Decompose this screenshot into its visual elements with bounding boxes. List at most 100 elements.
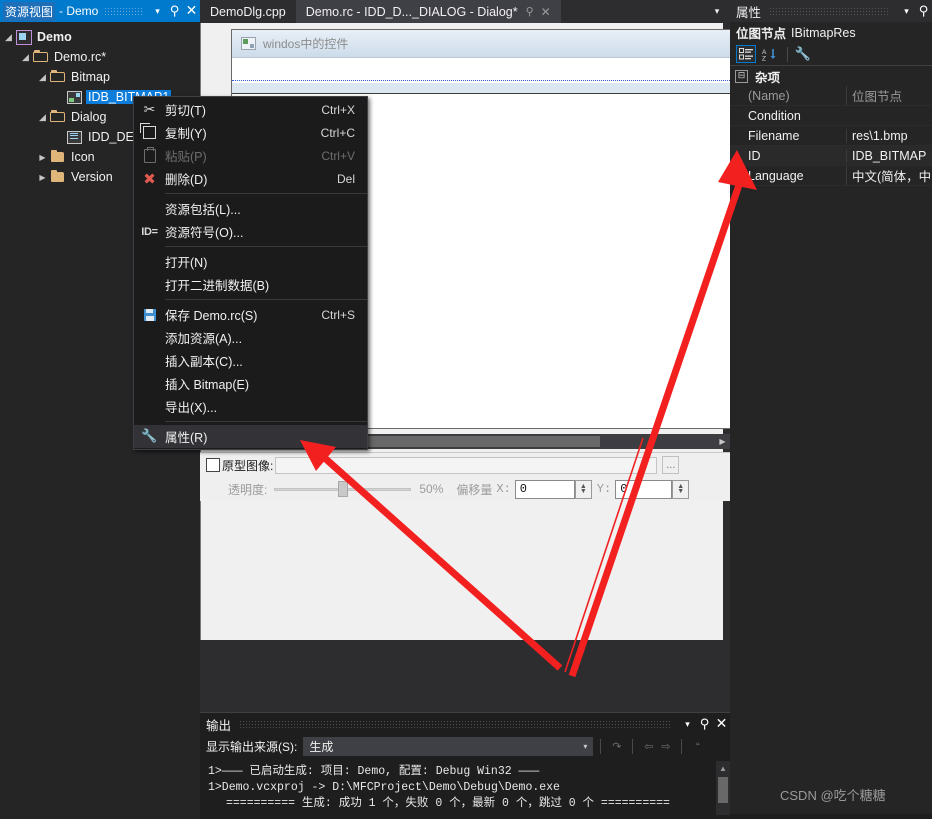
resource-view-titlebar: 资源视图 - Demo ▾ ⚲ ✕ (0, 0, 200, 22)
tree-expander-open-icon[interactable] (2, 32, 15, 43)
menu-item-shortcut: Ctrl+S (321, 307, 355, 322)
property-value[interactable]: res\1.bmp (846, 128, 932, 143)
menu-item-13[interactable]: 插入副本(C)... (134, 349, 367, 372)
output-close-icon[interactable]: ✕ (713, 715, 730, 733)
property-row-condition[interactable]: Condition (730, 106, 932, 126)
tree-item-demo-rc[interactable]: Demo.rc* (0, 47, 200, 67)
menu-item-5[interactable]: 资源包括(L)... (134, 197, 367, 220)
offset-label: 偏移量 (456, 482, 493, 497)
properties-pin-icon[interactable]: ⚲ (915, 2, 932, 20)
prototype-image-path-input[interactable] (275, 456, 658, 474)
tree-item-label: Demo (37, 30, 72, 44)
prototype-image-bar: 原型图像: ... 透明度: 50% 偏移量 X: 0 ▲ ▼ Y: 0 ▲ ▼ (200, 452, 730, 501)
menu-item-14[interactable]: 插入 Bitmap(E) (134, 372, 367, 395)
menu-item-label: 打开(N) (165, 256, 208, 270)
output-source-combo[interactable]: 生成 ▾ (303, 737, 594, 756)
menu-item-3[interactable]: ✖ 删除(D) Del (134, 167, 367, 190)
dialog-selected-strip[interactable] (232, 83, 730, 93)
property-value[interactable]: 位图节点 (846, 86, 932, 105)
editor-tab-1[interactable]: Demo.rc - IDD_D..._DIALOG - Dialog* ⚲ ✕ (295, 0, 561, 23)
offset-x-value: 0 (519, 482, 527, 496)
offset-y-spinner[interactable]: ▲ ▼ (672, 479, 690, 499)
output-pin-icon[interactable]: ⚲ (696, 715, 713, 733)
output-vertical-scrollbar[interactable]: ▲ (716, 761, 730, 815)
menu-item-label: 复制(Y) (165, 127, 207, 141)
properties-toolbar-separator (787, 46, 788, 62)
editor-tab-label: Demo.rc - IDD_D..._DIALOG - Dialog* (305, 4, 518, 19)
menu-item-17[interactable]: 🔧 属性(R) (134, 425, 367, 448)
transparency-slider[interactable] (274, 481, 412, 497)
tree-expander-open-icon[interactable] (36, 112, 49, 123)
tree-item-label: Demo.rc* (54, 50, 107, 64)
tree-item-demo[interactable]: Demo (0, 27, 200, 47)
go-to-next-icon[interactable]: ⇨ (657, 738, 674, 755)
menu-item-label: 添加资源(A)... (165, 332, 243, 346)
tree-item-label: Icon (71, 150, 95, 164)
panel-close-icon[interactable]: ✕ (183, 2, 200, 20)
property-value[interactable]: IDB_BITMAP (846, 148, 932, 163)
collapse-icon[interactable]: ⊟ (735, 69, 748, 83)
toolbar-separator (600, 739, 602, 754)
output-drag-grip[interactable] (239, 720, 671, 728)
panel-dropdown-icon[interactable]: ▾ (149, 2, 166, 20)
menu-separator (165, 193, 367, 194)
offset-x-field[interactable]: 0 (514, 479, 575, 499)
categorized-icon[interactable] (736, 45, 756, 63)
tab-close-icon[interactable]: ✕ (541, 5, 551, 19)
properties-drag-grip[interactable] (769, 7, 890, 15)
properties-category-header[interactable]: ⊟ 杂项 (730, 66, 932, 86)
tree-expander-open-icon[interactable] (36, 72, 49, 83)
output-line: ========== 生成: 成功 1 个，失败 0 个，最新 0 个，跳过 0… (226, 797, 670, 810)
tree-expander-closed-icon[interactable] (36, 153, 49, 162)
offset-y-label: Y: (596, 482, 612, 496)
scroll-right-icon[interactable]: ▶ (715, 434, 730, 449)
output-dropdown-icon[interactable]: ▾ (679, 715, 696, 733)
chevron-down-icon[interactable]: ▾ (578, 742, 592, 751)
bitmap-icon (66, 90, 83, 104)
panel-pin-icon[interactable]: ⚲ (166, 2, 183, 20)
prototype-image-browse-button[interactable]: ... (662, 456, 680, 474)
output-scroll-thumb[interactable] (718, 777, 728, 803)
menu-item-label: 删除(D) (165, 173, 208, 187)
tree-item-bitmap[interactable]: Bitmap (0, 67, 200, 87)
offset-x-spinner[interactable]: ▲ ▼ (574, 479, 592, 499)
editor-tab-0[interactable]: DemoDlg.cpp (200, 0, 296, 23)
properties-panel: 属性 ▾ ⚲ 位图节点 IBitmapRes A Z 🔧 ⊟ 杂项 (Name)… (730, 0, 932, 814)
clear-output-icon[interactable]: ↷ (608, 738, 625, 755)
tab-list-dropdown-icon[interactable]: ▾ (708, 0, 726, 23)
property-row-id[interactable]: ID IDB_BITMAP (730, 146, 932, 166)
alphabetical-icon[interactable]: A Z (759, 45, 779, 63)
menu-item-12[interactable]: 添加资源(A)... (134, 326, 367, 349)
menu-item-9[interactable]: 打开二进制数据(B) (134, 273, 367, 296)
go-to-previous-icon[interactable]: ⇦ (640, 738, 657, 755)
menu-item-0[interactable]: ✂ 剪切(T) Ctrl+X (134, 98, 367, 121)
property-value[interactable]: 中文(简体，中 (846, 166, 932, 185)
menu-item-6[interactable]: ID= 资源符号(O)... (134, 220, 367, 243)
menu-item-15[interactable]: 导出(X)... (134, 395, 367, 418)
output-source-label: 显示输出来源(S): (206, 740, 298, 754)
panel-drag-grip[interactable] (104, 7, 143, 15)
tree-expander-open-icon[interactable] (19, 52, 32, 63)
word-wrap-icon[interactable]: “ (689, 738, 706, 755)
context-menu-items: ✂ 剪切(T) Ctrl+X 复制(Y) Ctrl+C 粘贴(P) Ctrl+V ✖ 删除(D)… (134, 98, 367, 448)
properties-dropdown-icon[interactable]: ▾ (898, 2, 915, 20)
output-panel: 输出 ▾ ⚲ ✕ 显示输出来源(S): 生成 ▾ ↷ ⇦ ⇨ “ 1>——— 已… (200, 712, 730, 815)
transparency-row: 透明度: 50% 偏移量 X: 0 ▲ ▼ Y: 0 ▲ ▼ (200, 477, 730, 501)
property-row-name[interactable]: (Name) 位图节点 (730, 86, 932, 106)
output-text-area[interactable]: 1>——— 已启动生成: 项目: Demo, 配置: Debug Win32 —… (200, 761, 716, 815)
scroll-up-icon[interactable]: ▲ (716, 761, 730, 775)
transparency-value: 50% (419, 482, 444, 496)
menu-item-11[interactable]: 保存 Demo.rc(S) Ctrl+S (134, 303, 367, 326)
property-row-language[interactable]: Language 中文(简体，中 (730, 166, 932, 186)
offset-y-value: 0 (620, 482, 628, 496)
menu-item-8[interactable]: 打开(N) (134, 250, 367, 273)
slider-knob[interactable] (338, 481, 349, 497)
offset-y-field[interactable]: 0 (615, 479, 673, 499)
tree-expander-closed-icon[interactable] (36, 173, 49, 182)
prototype-image-checkbox[interactable] (206, 458, 220, 472)
tab-pin-icon[interactable]: ⚲ (526, 5, 534, 18)
property-row-filename[interactable]: Filename res\1.bmp (730, 126, 932, 146)
property-pages-icon[interactable]: 🔧 (793, 45, 813, 63)
menu-item-1[interactable]: 复制(Y) Ctrl+C (134, 121, 367, 144)
dialog-guide-line (232, 80, 730, 81)
